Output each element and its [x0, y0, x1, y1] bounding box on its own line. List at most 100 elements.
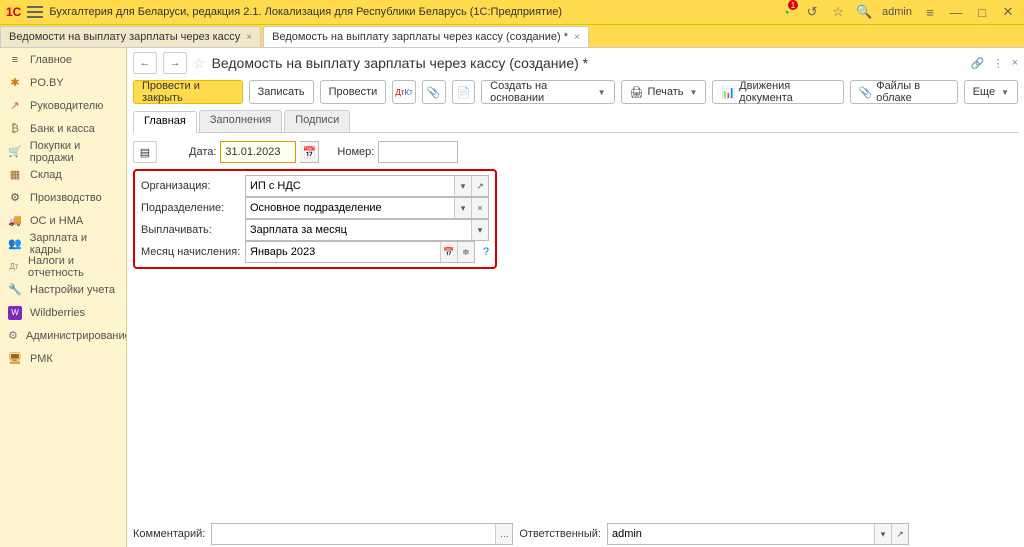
post-button[interactable]: Провести: [320, 80, 387, 104]
org-input[interactable]: [246, 180, 454, 192]
calendar-icon[interactable]: 📅: [300, 141, 319, 163]
sidebar-label: Покупки и продажи: [30, 140, 118, 164]
dept-input[interactable]: [246, 202, 454, 214]
sidebar-label: Производство: [30, 192, 102, 204]
sidebar-label: Настройки учета: [30, 284, 115, 296]
ellipsis-icon[interactable]: …: [495, 524, 512, 544]
pay-combo[interactable]: ▾: [245, 219, 489, 241]
chevron-down-icon[interactable]: ▾: [874, 524, 891, 544]
number-label: Номер:: [337, 146, 374, 158]
month-input[interactable]: [246, 246, 440, 258]
sidebar: ≡Главное ✱PO.BY ↗Руководителю ₿Банк и ка…: [0, 48, 127, 547]
titlebar: 1C Бухгалтерия для Беларуси, редакция 2.…: [0, 0, 1024, 25]
number-input[interactable]: [378, 141, 458, 163]
org-combo[interactable]: ▾ ↗: [245, 175, 489, 197]
sidebar-label: PO.BY: [30, 77, 64, 89]
print-button[interactable]: 🖨 Печать▼: [621, 80, 707, 104]
sidebar-item-settings[interactable]: 🔧Настройки учета: [0, 278, 126, 301]
subtab-sign[interactable]: Подписи: [284, 110, 350, 132]
document-tabs: Ведомости на выплату зарплаты через касс…: [0, 25, 1024, 48]
sub-tabs: Главная Заполнения Подписи: [133, 110, 1018, 133]
doc-close-icon[interactable]: ×: [1012, 57, 1018, 70]
chevron-down-icon[interactable]: ▾: [471, 220, 488, 240]
search-icon[interactable]: 🔍: [856, 4, 872, 20]
open-icon[interactable]: ↗: [891, 524, 908, 544]
menu-icon[interactable]: [27, 6, 43, 18]
chevron-down-icon[interactable]: ▾: [454, 198, 471, 218]
sidebar-label: Администрирование: [26, 330, 127, 342]
save-button[interactable]: Записать: [249, 80, 314, 104]
tab-list[interactable]: Ведомости на выплату зарплаты через касс…: [0, 26, 261, 47]
dtkt-icon[interactable]: ДтКт: [392, 80, 416, 104]
doc-menu-icon[interactable]: ⋮: [993, 57, 1004, 70]
tab-label: Ведомости на выплату зарплаты через касс…: [9, 31, 240, 43]
print-form-icon[interactable]: 📄: [452, 80, 476, 104]
history-icon[interactable]: ↺: [804, 4, 820, 20]
sidebar-label: Налоги и отчетность: [28, 255, 118, 279]
sidebar-item-admin[interactable]: ⚙Администрирование: [0, 324, 126, 347]
back-button[interactable]: ←: [133, 52, 157, 74]
pay-input[interactable]: [246, 224, 471, 236]
sidebar-label: Склад: [30, 169, 62, 181]
spinner-icon[interactable]: ≑: [457, 242, 474, 262]
sidebar-label: Главное: [30, 54, 72, 66]
settings-icon[interactable]: ≡: [922, 4, 938, 20]
help-icon[interactable]: ?: [483, 246, 489, 258]
dept-combo[interactable]: ▾ ×: [245, 197, 489, 219]
post-and-close-button[interactable]: Провести и закрыть: [133, 80, 243, 104]
cloud-files-button[interactable]: 📎 Файлы в облаке: [850, 80, 958, 104]
month-combo[interactable]: 📅 ≑: [245, 241, 475, 263]
sidebar-item-taxes[interactable]: ДтНалоги и отчетность: [0, 255, 126, 278]
content-area: ← → ☆ Ведомость на выплату зарплаты чере…: [127, 48, 1024, 547]
minimize-icon[interactable]: —: [948, 4, 964, 20]
link-icon[interactable]: 🔗: [971, 57, 985, 70]
sidebar-item-manager[interactable]: ↗Руководителю: [0, 94, 126, 117]
user-name[interactable]: admin: [882, 6, 912, 18]
footer: Комментарий: … Ответственный: ▾ ↗: [133, 515, 1018, 547]
favorite-icon[interactable]: ☆: [830, 4, 846, 20]
sidebar-item-rmk[interactable]: 🖥РМК: [0, 347, 126, 370]
tab-document[interactable]: Ведомость на выплату зарплаты через касс…: [263, 26, 589, 47]
sidebar-item-production[interactable]: ⚙Производство: [0, 186, 126, 209]
tab-close-icon[interactable]: ×: [574, 32, 580, 43]
sidebar-item-sales[interactable]: 🛒Покупки и продажи: [0, 140, 126, 163]
sidebar-label: Банк и касса: [30, 123, 95, 135]
maximize-icon[interactable]: □: [974, 4, 990, 20]
more-button[interactable]: Еще▼: [964, 80, 1018, 104]
sidebar-label: ОС и НМА: [30, 215, 83, 227]
movements-button[interactable]: 📊 Движения документа: [712, 80, 843, 104]
open-icon[interactable]: ↗: [471, 176, 488, 196]
sidebar-item-warehouse[interactable]: ▦Склад: [0, 163, 126, 186]
star-icon[interactable]: ☆: [193, 55, 206, 72]
sidebar-item-bank[interactable]: ₿Банк и касса: [0, 117, 126, 140]
toolbar: Провести и закрыть Записать Провести ДтК…: [133, 78, 1018, 106]
sidebar-item-main[interactable]: ≡Главное: [0, 48, 126, 71]
logo-1c: 1C: [6, 5, 21, 19]
subtab-main[interactable]: Главная: [133, 111, 197, 133]
subtab-fill[interactable]: Заполнения: [199, 110, 282, 132]
chevron-down-icon[interactable]: ▾: [454, 176, 471, 196]
notifications-icon[interactable]: ◔: [778, 4, 794, 20]
resp-label: Ответственный:: [519, 528, 601, 540]
org-label: Организация:: [141, 180, 241, 192]
sidebar-item-wildberries[interactable]: WWildberries: [0, 301, 126, 324]
sidebar-item-poby[interactable]: ✱PO.BY: [0, 71, 126, 94]
comment-input[interactable]: [212, 528, 495, 540]
close-icon[interactable]: ✕: [1000, 4, 1016, 20]
list-view-icon[interactable]: ▤: [133, 141, 157, 163]
tab-close-icon[interactable]: ×: [246, 32, 252, 43]
sidebar-item-assets[interactable]: 🚚ОС и НМА: [0, 209, 126, 232]
create-based-button[interactable]: Создать на основании▼: [481, 80, 614, 104]
resp-input[interactable]: [608, 528, 874, 540]
sidebar-item-salary[interactable]: 👥Зарплата и кадры: [0, 232, 126, 255]
sidebar-label: Зарплата и кадры: [30, 232, 118, 256]
attach-icon[interactable]: 📎: [422, 80, 446, 104]
comment-combo[interactable]: …: [211, 523, 513, 545]
resp-combo[interactable]: ▾ ↗: [607, 523, 909, 545]
calendar-icon[interactable]: 📅: [440, 242, 457, 262]
forward-button[interactable]: →: [163, 52, 187, 74]
clear-icon[interactable]: ×: [471, 198, 488, 218]
date-label: Дата:: [189, 146, 216, 158]
date-input[interactable]: [220, 141, 296, 163]
sidebar-label: Руководителю: [30, 100, 103, 112]
